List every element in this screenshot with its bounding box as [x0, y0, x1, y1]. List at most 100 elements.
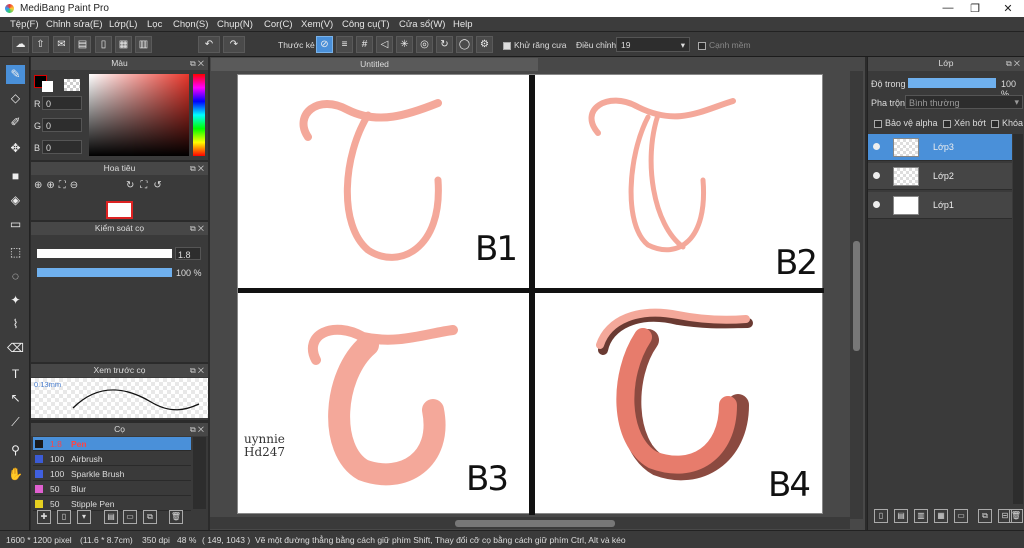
layer-folder-icon[interactable]: ▭	[954, 509, 968, 523]
new-halftone-layer-icon[interactable]: ▤	[894, 509, 908, 523]
brush-delete-icon[interactable]: 🗑	[169, 510, 183, 524]
brush-copy-icon[interactable]: ⧉	[143, 510, 157, 524]
brush-item[interactable]: 50 Stipple Pen	[33, 497, 191, 511]
move-tool-icon[interactable]: ✥	[6, 139, 25, 158]
new-brush-icon[interactable]: ▯	[57, 510, 71, 524]
bucket-tool-icon[interactable]: ◈	[6, 191, 25, 210]
delete-layer-icon[interactable]: 🗑	[1009, 509, 1023, 523]
brush-opacity-slider[interactable]	[37, 268, 172, 277]
panel-close-icon[interactable]: ⧉ ✕	[190, 423, 204, 436]
redo-icon[interactable]: ↷	[223, 36, 245, 53]
menu-file[interactable]: Tệp(F)	[10, 19, 39, 30]
protect-alpha-checkbox[interactable]: Bảo vệ alpha	[874, 118, 938, 128]
ruler-off-icon[interactable]: ⊘	[316, 36, 333, 53]
close-button[interactable]: ✕	[998, 2, 1018, 15]
eyedropper-icon[interactable]: ⚲	[6, 441, 25, 460]
brush-tool-icon[interactable]: ✎	[6, 65, 25, 84]
eraser-tool-icon[interactable]: ◇	[6, 89, 25, 108]
comment-icon[interactable]: ✉	[53, 36, 70, 53]
select-eraser-icon[interactable]: ⌫	[6, 339, 25, 358]
brush-item[interactable]: 1.8 Pen	[33, 437, 191, 451]
navigator-zoom-buttons[interactable]: ⊕⊕⛶⊖	[34, 180, 82, 191]
share-icon[interactable]: ⇧	[32, 36, 49, 53]
menu-view[interactable]: Xem(V)	[301, 19, 333, 30]
settings-gear-icon[interactable]: ⚙	[476, 36, 493, 53]
page-icon[interactable]: ▯	[95, 36, 112, 53]
brush-list-scrollbar[interactable]	[193, 437, 206, 509]
menu-filter[interactable]: Lọc	[147, 19, 162, 30]
document-tab[interactable]: Untitled	[211, 58, 538, 71]
hand-tool-icon[interactable]: ✋	[6, 465, 25, 484]
clipping-checkbox[interactable]: Xén bớt	[943, 118, 986, 128]
vertical-scroll-thumb[interactable]	[853, 241, 860, 351]
drawing-canvas[interactable]: B1 B2 B3 B4 uynnie Hd247	[237, 74, 824, 515]
lasso-icon[interactable]: ◌	[6, 267, 25, 286]
minimize-button[interactable]: —	[938, 2, 958, 14]
add-brush-icon[interactable]: ✚	[37, 510, 51, 524]
blend-mode-select[interactable]: Bình thường ▾	[905, 95, 1023, 109]
select-pen-icon[interactable]: ⌇	[6, 315, 25, 334]
navigator-thumbnail[interactable]	[106, 201, 133, 219]
shape-fill-icon[interactable]: ■	[6, 167, 25, 186]
perspective-ruler-icon[interactable]: ◁	[376, 36, 393, 53]
brush-item[interactable]: 100 Airbrush	[33, 452, 191, 466]
maximize-button[interactable]: ❐	[965, 2, 985, 15]
menu-window[interactable]: Cửa sổ(W)	[399, 19, 445, 30]
b-input[interactable]: 0	[42, 140, 82, 154]
layer-row-2[interactable]: Lớp2	[868, 163, 1012, 190]
brush-folder-icon[interactable]: ▭	[123, 510, 137, 524]
eye-icon[interactable]	[873, 172, 880, 179]
parallel-ruler-icon[interactable]: ≡	[336, 36, 353, 53]
new-8bit-layer-icon[interactable]: ▥	[914, 509, 928, 523]
lock-checkbox[interactable]: Khóa	[991, 118, 1023, 128]
hue-slider[interactable]	[193, 74, 205, 156]
gradient-tool-icon[interactable]: ▭	[6, 215, 25, 234]
transparent-color-swatch[interactable]	[64, 79, 80, 91]
new-1bit-layer-icon[interactable]: ▦	[934, 509, 948, 523]
menu-layer[interactable]: Lớp(L)	[109, 19, 137, 30]
brush-size-slider[interactable]	[37, 249, 172, 258]
panel-close-icon[interactable]: ⧉ ✕	[190, 364, 204, 377]
menu-snap[interactable]: Chụp(N)	[217, 19, 253, 30]
dot-tool-icon[interactable]: ✐	[6, 113, 25, 132]
brush-item[interactable]: 50 Blur	[33, 482, 191, 496]
duplicate-layer-icon[interactable]: ⧉	[978, 509, 992, 523]
undo-icon[interactable]: ↶	[198, 36, 220, 53]
radial-ruler-icon[interactable]: ✳	[396, 36, 413, 53]
brush-file-icon[interactable]: ▤	[104, 510, 118, 524]
layers-scrollbar[interactable]	[1013, 134, 1023, 504]
menu-select[interactable]: Chọn(S)	[173, 19, 208, 30]
menu-color[interactable]: Cor(C)	[264, 19, 293, 30]
panel-close-icon[interactable]: ⧉ ✕	[1006, 57, 1020, 70]
grid-page-icon[interactable]: ▦	[115, 36, 132, 53]
menu-tools[interactable]: Công cụ(T)	[342, 19, 390, 30]
g-input[interactable]: 0	[42, 118, 82, 132]
horizontal-scroll-thumb[interactable]	[455, 520, 615, 527]
divide-tool-icon[interactable]: ⟋	[6, 413, 25, 432]
grid-ruler-icon[interactable]: #	[356, 36, 373, 53]
curve-ruler-icon[interactable]: ↻	[436, 36, 453, 53]
menu-edit[interactable]: Chỉnh sửa(E)	[46, 19, 103, 30]
eye-icon[interactable]	[873, 201, 880, 208]
panel-close-icon[interactable]: ⧉ ✕	[190, 57, 204, 70]
magic-wand-icon[interactable]: ✦	[6, 291, 25, 310]
panel-close-icon[interactable]: ⧉ ✕	[190, 162, 204, 175]
vertical-scrollbar[interactable]	[850, 71, 863, 519]
brush-item[interactable]: 100 Sparkle Brush	[33, 467, 191, 481]
panel-close-icon[interactable]: ⧉ ✕	[190, 222, 204, 235]
cloud-icon[interactable]: ☁	[12, 36, 29, 53]
ellipse-ruler-icon[interactable]: ◯	[456, 36, 473, 53]
new-layer-icon[interactable]: ▯	[874, 509, 888, 523]
concentric-ruler-icon[interactable]: ◎	[416, 36, 433, 53]
layer-row-3[interactable]: Lớp3	[868, 134, 1012, 161]
eye-icon[interactable]	[873, 143, 880, 150]
secondary-color-swatch[interactable]	[42, 81, 53, 92]
saturation-value-picker[interactable]	[89, 74, 189, 156]
horizontal-scrollbar[interactable]	[210, 517, 850, 529]
correction-select[interactable]: 19 ▾	[616, 37, 690, 52]
select-rect-icon[interactable]: ⬚	[6, 243, 25, 262]
note-icon[interactable]: ▤	[74, 36, 91, 53]
r-input[interactable]: 0	[42, 96, 82, 110]
text-tool-icon[interactable]: T	[6, 365, 25, 384]
menu-help[interactable]: Help	[453, 19, 473, 30]
